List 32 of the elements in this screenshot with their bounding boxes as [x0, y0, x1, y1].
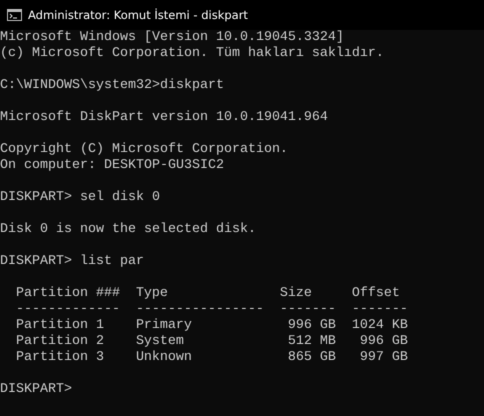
header-rule: -------------: [16, 302, 120, 318]
table-cell: 996 GB: [360, 334, 408, 350]
window-title: Administrator: Komut İstemi - diskpart: [28, 8, 248, 22]
column-header: Size: [280, 286, 312, 302]
console-line: Microsoft Windows [Version 10.0.19045.3324]: [0, 30, 344, 46]
table-cell: System: [136, 334, 184, 350]
console-line: Microsoft DiskPart version 10.0.19041.964: [0, 110, 328, 126]
table-cell: 1024 KB: [352, 318, 408, 334]
column-header: Offset: [352, 286, 400, 302]
table-cell: Partition 3: [16, 350, 104, 366]
table-cell: 997 GB: [360, 350, 408, 366]
table-cell: Partition 1: [16, 318, 104, 334]
console-icon: [7, 9, 22, 21]
console-line: (c) Microsoft Corporation. Tüm hakları saklıdır.: [0, 46, 384, 62]
console-line: Disk 0 is now the selected disk.: [0, 222, 256, 238]
table-cell: 865 GB: [288, 350, 336, 366]
console-line: DISKPART> list par: [0, 254, 144, 270]
console-line: Copyright (C) Microsoft Corporation.: [0, 142, 288, 158]
table-cell: Unknown: [136, 350, 192, 366]
column-header: Type: [136, 286, 168, 302]
table-cell: Partition 2: [16, 334, 104, 350]
console-line: DISKPART> sel disk 0: [0, 190, 160, 206]
column-header: Partition ###: [16, 286, 120, 302]
console-line: C:\WINDOWS\system32>diskpart: [0, 78, 224, 94]
header-rule: -------: [280, 302, 336, 318]
table-cell: 996 GB: [288, 318, 336, 334]
table-cell: Primary: [136, 318, 192, 334]
table-cell: 512 MB: [288, 334, 336, 350]
header-rule: -------: [352, 302, 408, 318]
console-line: On computer: DESKTOP-GU3SIC2: [0, 158, 224, 174]
console-line: DISKPART>: [0, 382, 72, 398]
header-rule: ----------------: [136, 302, 264, 318]
